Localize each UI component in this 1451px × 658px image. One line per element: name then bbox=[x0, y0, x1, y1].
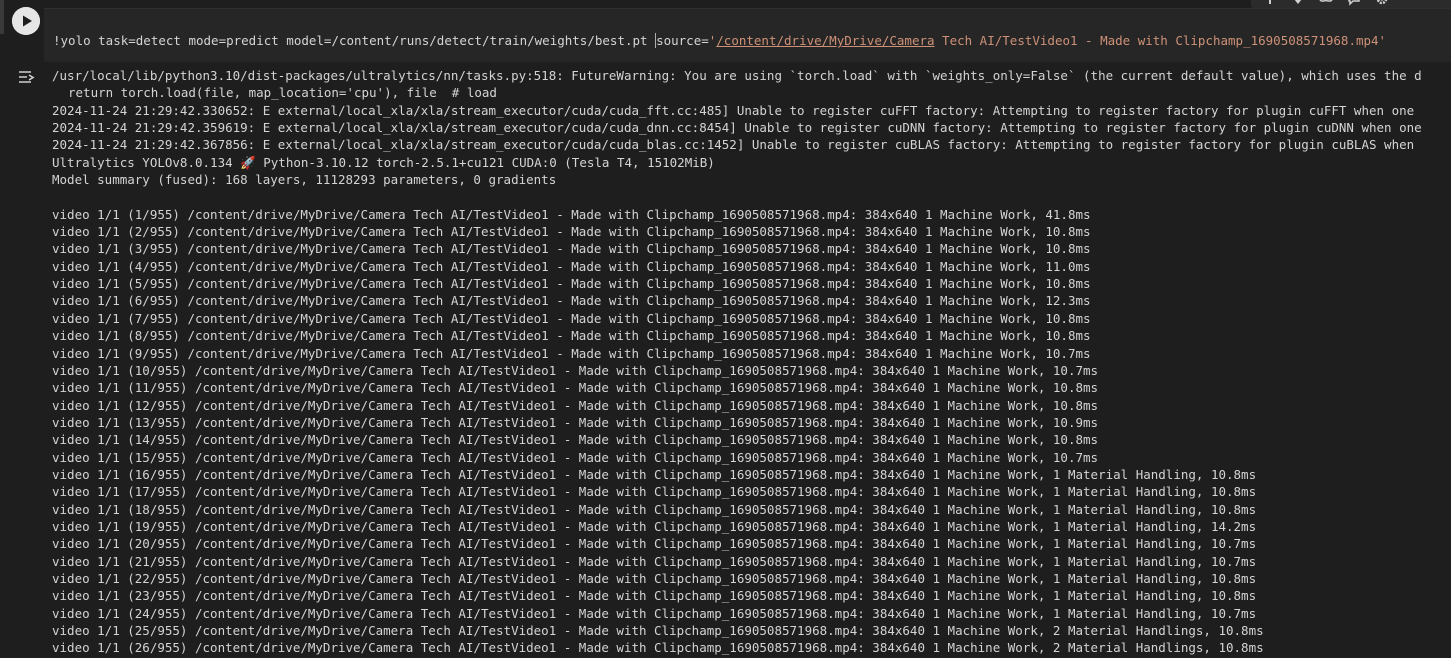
error-line: 2024-11-24 21:29:42.359619: E external/l… bbox=[52, 120, 1422, 136]
video-frame-line: video 1/1 (23/955) /content/drive/MyDriv… bbox=[52, 588, 1257, 604]
video-frame-line: video 1/1 (10/955) /content/drive/MyDriv… bbox=[52, 362, 1099, 378]
video-frame-line: video 1/1 (21/955) /content/drive/MyDriv… bbox=[52, 553, 1257, 569]
video-lines: video 1/1 (1/955) /content/drive/MyDrive… bbox=[52, 206, 1451, 657]
ultralytics-version-line: Ultralytics YOLOv8.0.134 🚀 Python-3.10.1… bbox=[52, 154, 1451, 171]
video-frame-line: video 1/1 (19/955) /content/drive/MyDriv… bbox=[52, 518, 1257, 534]
video-frame-line: video 1/1 (22/955) /content/drive/MyDriv… bbox=[52, 570, 1257, 586]
model-summary-line: Model summary (fused): 168 layers, 11128… bbox=[52, 172, 557, 188]
source-path-link[interactable]: /content/drive/MyDrive/Camera bbox=[716, 33, 934, 48]
error-line: 2024-11-24 21:29:42.367856: E external/l… bbox=[52, 137, 1415, 153]
video-frame-line: video 1/1 (26/955) /content/drive/MyDriv… bbox=[52, 640, 1264, 656]
rocket-icon: 🚀 bbox=[240, 154, 256, 170]
source-path-rest: Tech AI/TestVideo1 - Made with Clipchamp… bbox=[934, 33, 1387, 48]
video-frame-line: video 1/1 (3/955) /content/drive/MyDrive… bbox=[52, 241, 1091, 257]
video-frame-line: video 1/1 (4/955) /content/drive/MyDrive… bbox=[52, 258, 1091, 274]
video-frame-line: video 1/1 (1/955) /content/drive/MyDrive… bbox=[52, 206, 1091, 222]
cell-gutter bbox=[0, 0, 4, 34]
cell-output: /usr/local/lib/python3.10/dist-packages/… bbox=[52, 67, 1451, 658]
error-line: 2024-11-24 21:29:42.330652: E external/l… bbox=[52, 102, 1415, 118]
command-text: !yolo task=detect mode=predict model=/co… bbox=[53, 33, 656, 48]
video-frame-line: video 1/1 (20/955) /content/drive/MyDriv… bbox=[52, 536, 1257, 552]
video-frame-line: video 1/1 (17/955) /content/drive/MyDriv… bbox=[52, 484, 1257, 500]
code-line[interactable]: !yolo task=detect mode=predict model=/co… bbox=[53, 33, 1386, 48]
output-menu-icon[interactable] bbox=[16, 68, 36, 88]
arrow-up-icon[interactable] bbox=[1263, 0, 1277, 6]
video-frame-line: video 1/1 (16/955) /content/drive/MyDriv… bbox=[52, 466, 1257, 482]
video-frame-line: video 1/1 (9/955) /content/drive/MyDrive… bbox=[52, 345, 1091, 361]
source-arg: source= bbox=[656, 33, 709, 48]
play-icon bbox=[12, 7, 40, 35]
version-suffix: Python-3.10.12 torch-2.5.1+cu121 CUDA:0 … bbox=[255, 154, 715, 170]
run-cell-button[interactable] bbox=[12, 7, 40, 35]
link-icon[interactable] bbox=[1319, 0, 1333, 6]
version-prefix: Ultralytics YOLOv8.0.134 bbox=[52, 154, 241, 170]
video-frame-line: video 1/1 (14/955) /content/drive/MyDriv… bbox=[52, 432, 1099, 448]
warning-line: /usr/local/lib/python3.10/dist-packages/… bbox=[52, 68, 1422, 83]
settings-icon[interactable] bbox=[1375, 0, 1389, 6]
video-frame-line: video 1/1 (2/955) /content/drive/MyDrive… bbox=[52, 224, 1091, 240]
notebook-cell: !yolo task=detect mode=predict model=/co… bbox=[0, 0, 1451, 658]
video-frame-line: video 1/1 (25/955) /content/drive/MyDriv… bbox=[52, 623, 1264, 638]
arrow-down-icon[interactable] bbox=[1291, 0, 1305, 6]
video-frame-line: video 1/1 (15/955) /content/drive/MyDriv… bbox=[52, 449, 1099, 465]
video-frame-line: video 1/1 (18/955) /content/drive/MyDriv… bbox=[52, 501, 1257, 517]
code-input-area: !yolo task=detect mode=predict model=/co… bbox=[0, 0, 1451, 62]
video-frame-line: video 1/1 (12/955) /content/drive/MyDriv… bbox=[52, 397, 1099, 413]
video-frame-line: video 1/1 (6/955) /content/drive/MyDrive… bbox=[52, 293, 1091, 309]
video-frame-line: video 1/1 (8/955) /content/drive/MyDrive… bbox=[52, 328, 1091, 344]
code-editor[interactable]: !yolo task=detect mode=predict model=/co… bbox=[44, 8, 1451, 62]
video-frame-line: video 1/1 (13/955) /content/drive/MyDriv… bbox=[52, 414, 1099, 430]
video-frame-line: video 1/1 (24/955) /content/drive/MyDriv… bbox=[52, 605, 1257, 621]
video-frame-line: video 1/1 (7/955) /content/drive/MyDrive… bbox=[52, 310, 1091, 326]
video-frame-line: video 1/1 (5/955) /content/drive/MyDrive… bbox=[52, 276, 1091, 292]
warning-source-line: return torch.load(file, map_location='cp… bbox=[68, 85, 497, 101]
video-frame-line: video 1/1 (11/955) /content/drive/MyDriv… bbox=[52, 380, 1099, 396]
comment-icon[interactable] bbox=[1347, 0, 1361, 6]
